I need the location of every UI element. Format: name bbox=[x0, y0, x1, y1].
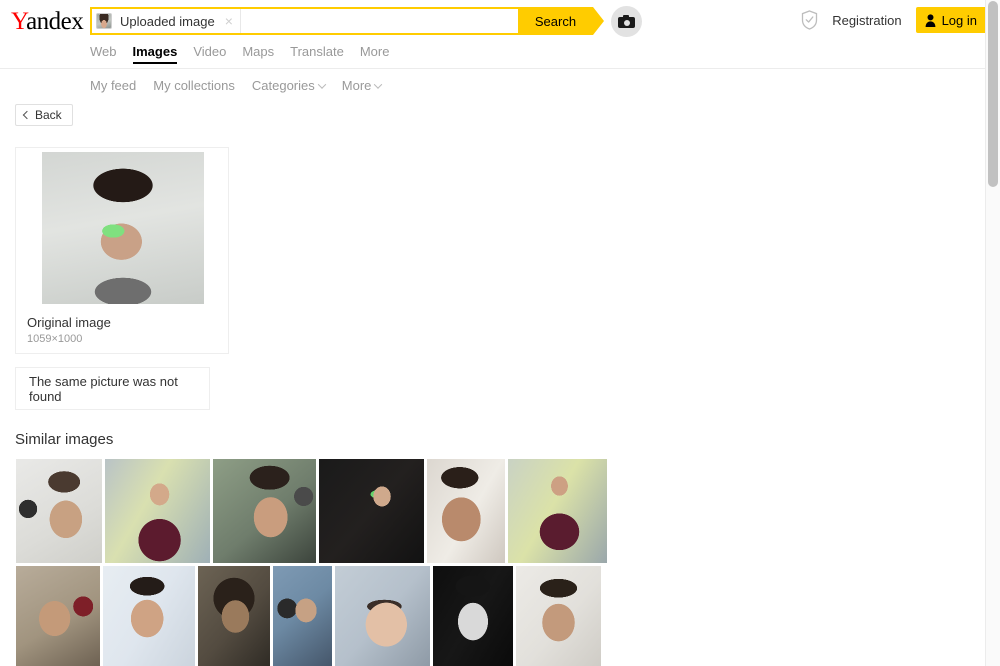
yandex-logo[interactable]: Yandex bbox=[11, 8, 84, 35]
similar-images-title: Similar images bbox=[15, 431, 114, 448]
tab-images[interactable]: Images bbox=[132, 44, 177, 64]
similar-image-thumbnail[interactable] bbox=[508, 459, 607, 563]
tab-translate[interactable]: Translate bbox=[290, 44, 344, 64]
primary-nav-tabs: Web Images Video Maps Translate More bbox=[90, 44, 389, 64]
logo-rest: andex bbox=[26, 8, 84, 35]
similar-image-thumbnail[interactable] bbox=[213, 459, 316, 563]
similar-images-row bbox=[16, 459, 607, 563]
similar-image-thumbnail[interactable] bbox=[16, 566, 100, 666]
subnav-label-my-collections: My collections bbox=[153, 78, 235, 93]
similar-image-thumbnail[interactable] bbox=[273, 566, 332, 666]
similar-image-thumbnail[interactable] bbox=[427, 459, 505, 563]
search-button[interactable]: Search bbox=[518, 7, 593, 35]
not-found-callout: The same picture was not found bbox=[15, 367, 210, 410]
uploaded-image-chip[interactable]: Uploaded image × bbox=[92, 9, 241, 33]
subnav-label-my-feed: My feed bbox=[90, 78, 137, 93]
similar-images-grid bbox=[16, 459, 607, 666]
original-image-caption: Original image bbox=[27, 315, 111, 330]
similar-image-thumbnail[interactable] bbox=[16, 459, 102, 563]
similar-image-thumbnail[interactable] bbox=[319, 459, 424, 563]
not-found-message: The same picture was not found bbox=[29, 373, 178, 404]
uploaded-image-thumbnail-icon bbox=[96, 13, 112, 29]
subnav-item-more[interactable]: More bbox=[341, 78, 383, 93]
search-bar[interactable]: Uploaded image × bbox=[90, 7, 590, 35]
similar-images-row bbox=[16, 566, 604, 666]
uploaded-image-chip-label: Uploaded image bbox=[120, 13, 215, 29]
tab-maps[interactable]: Maps bbox=[242, 44, 274, 64]
subnav-label-categories: Categories bbox=[251, 78, 315, 93]
subnav-item-my-feed[interactable]: My feed bbox=[90, 78, 136, 93]
secondary-nav: My feed My collections Categories More bbox=[90, 78, 383, 93]
chevron-down-icon bbox=[317, 79, 327, 89]
subnav-item-categories[interactable]: Categories bbox=[251, 78, 327, 93]
shield-check-icon[interactable] bbox=[801, 10, 818, 30]
similar-image-thumbnail[interactable] bbox=[103, 566, 195, 666]
back-button[interactable]: Back bbox=[15, 104, 73, 126]
chevron-down-icon bbox=[374, 79, 383, 89]
login-button[interactable]: Log in bbox=[915, 7, 988, 33]
logo-first-letter: Y bbox=[11, 8, 27, 35]
similar-image-thumbnail[interactable] bbox=[433, 566, 513, 666]
subnav-label-more: More bbox=[341, 78, 372, 93]
tab-video[interactable]: Video bbox=[193, 44, 226, 64]
login-button-label: Log in bbox=[941, 12, 977, 28]
similar-image-thumbnail[interactable] bbox=[335, 566, 430, 666]
similar-image-thumbnail[interactable] bbox=[516, 566, 601, 666]
search-button-arrow bbox=[593, 7, 604, 35]
header-divider bbox=[0, 68, 994, 69]
tab-more[interactable]: More bbox=[360, 44, 390, 64]
original-image-dimensions: 1059×1000 bbox=[27, 333, 83, 345]
subnav-item-my-collections[interactable]: My collections bbox=[153, 78, 235, 93]
tab-web[interactable]: Web bbox=[90, 44, 117, 64]
camera-icon bbox=[618, 15, 635, 28]
registration-link[interactable]: Registration bbox=[832, 13, 901, 28]
scrollbar-thumb[interactable] bbox=[988, 1, 998, 187]
person-icon bbox=[925, 13, 935, 27]
close-icon[interactable]: × bbox=[222, 14, 236, 28]
original-image-preview[interactable] bbox=[42, 152, 204, 304]
back-button-label: Back bbox=[35, 108, 62, 122]
original-image-card[interactable]: Original image 1059×1000 bbox=[15, 147, 229, 354]
camera-search-button[interactable] bbox=[611, 6, 642, 37]
account-area: Registration Log in bbox=[801, 7, 988, 33]
similar-image-thumbnail[interactable] bbox=[105, 459, 210, 563]
chevron-left-icon bbox=[22, 110, 32, 120]
page-scrollbar[interactable] bbox=[985, 0, 1000, 666]
similar-image-thumbnail[interactable] bbox=[198, 566, 270, 666]
page-header: Yandex Uploaded image × Search Registrat… bbox=[0, 0, 1000, 69]
